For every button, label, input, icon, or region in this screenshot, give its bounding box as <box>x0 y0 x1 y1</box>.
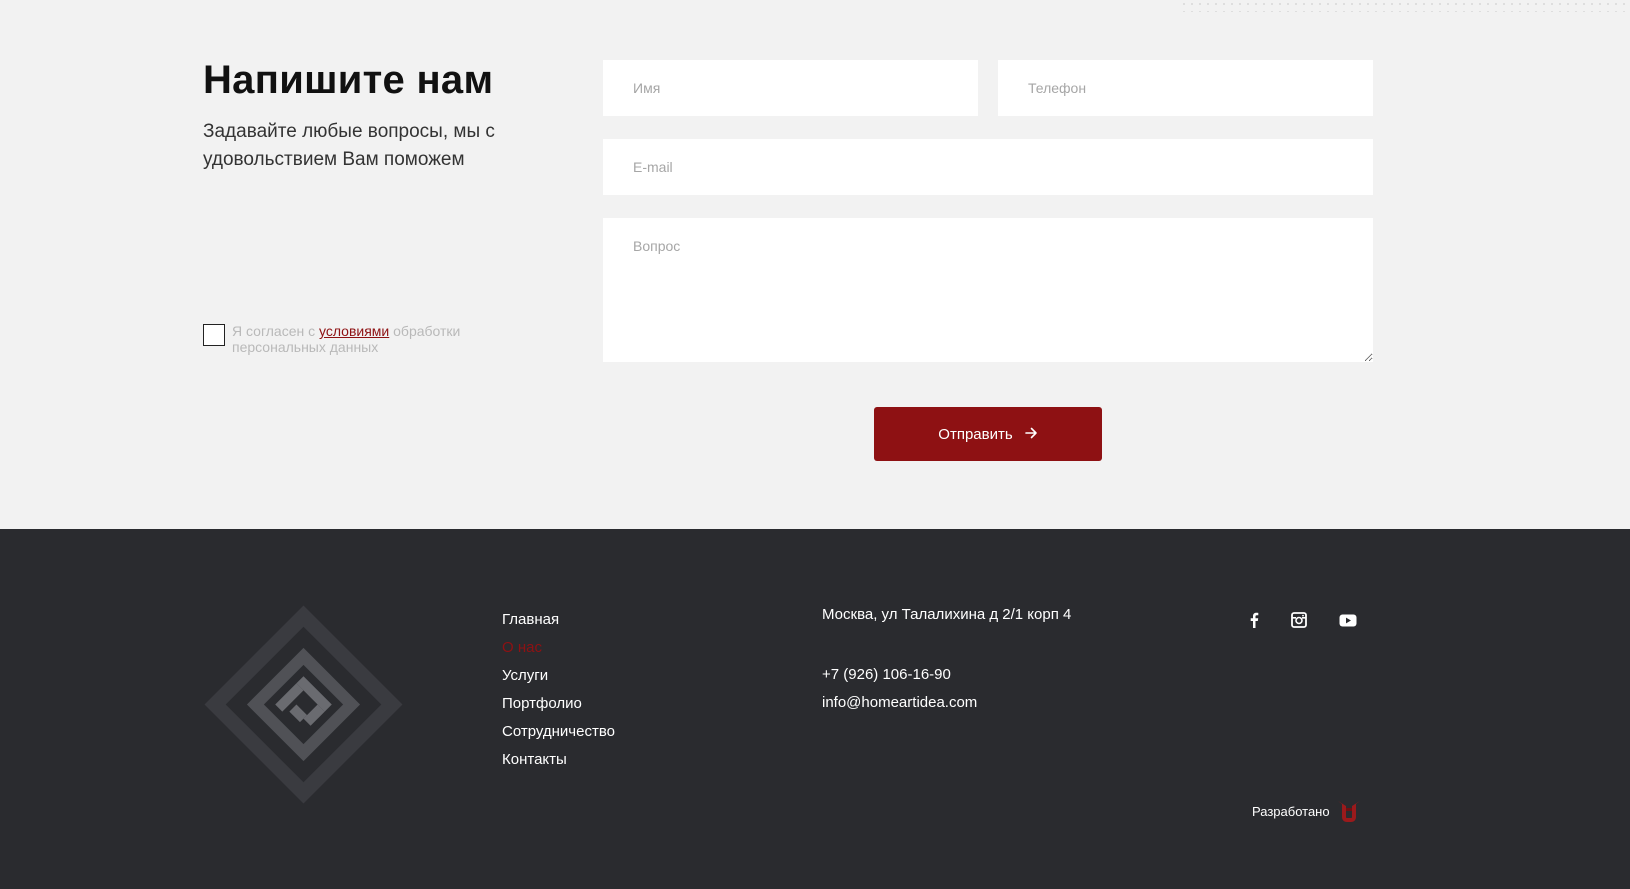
developer-logo[interactable] <box>1336 798 1362 824</box>
nav-item-contacts[interactable]: Контакты <box>502 746 615 774</box>
nav-item-services[interactable]: Услуги <box>502 662 615 690</box>
nav-item-portfolio[interactable]: Портфолио <box>502 690 615 718</box>
consent-terms-link[interactable]: условиями <box>319 323 389 339</box>
homeartidea-logo[interactable] <box>201 602 406 807</box>
footer-address: Москва, ул Талалихина д 2/1 корп 4 <box>822 606 1072 623</box>
submit-button[interactable]: Отправить <box>874 407 1102 461</box>
consent-row: Я согласен с условиями обработки персона… <box>203 323 482 355</box>
contact-heading: Напишите нам <box>203 58 494 102</box>
name-input[interactable] <box>603 60 978 116</box>
consent-prefix: Я согласен с <box>232 323 319 339</box>
instagram-icon[interactable] <box>1289 610 1309 630</box>
consent-text: Я согласен с условиями обработки персона… <box>232 323 482 355</box>
arrow-right-icon <box>1024 426 1038 443</box>
contact-subtext: Задавайте любые вопросы, мы с удовольств… <box>203 121 495 170</box>
nav-item-cooperation[interactable]: Сотрудничество <box>502 718 615 746</box>
phone-input[interactable] <box>998 60 1373 116</box>
youtube-icon[interactable] <box>1338 610 1358 630</box>
footer-phone[interactable]: +7 (926) 106-16-90 <box>822 664 951 686</box>
nav-item-about[interactable]: О нас <box>502 634 615 662</box>
contact-section: Напишите нам Задавайте любые вопросы, мы… <box>0 0 1630 529</box>
nav-item-home[interactable]: Главная <box>502 606 615 634</box>
submit-label: Отправить <box>938 425 1013 443</box>
footer-contacts: Москва, ул Талалихина д 2/1 корп 4 +7 (9… <box>822 604 1072 711</box>
developed-by-label: Разработано <box>1252 803 1330 819</box>
footer-email[interactable]: info@homeartidea.com <box>822 692 977 714</box>
email-input[interactable] <box>603 139 1373 195</box>
developer-credit: Разработано <box>1252 798 1362 824</box>
consent-checkbox[interactable] <box>203 324 225 346</box>
facebook-icon[interactable] <box>1244 610 1264 630</box>
footer-nav: Главная О нас Услуги Портфолио Сотруднич… <box>502 606 615 774</box>
question-textarea[interactable] <box>603 218 1373 362</box>
